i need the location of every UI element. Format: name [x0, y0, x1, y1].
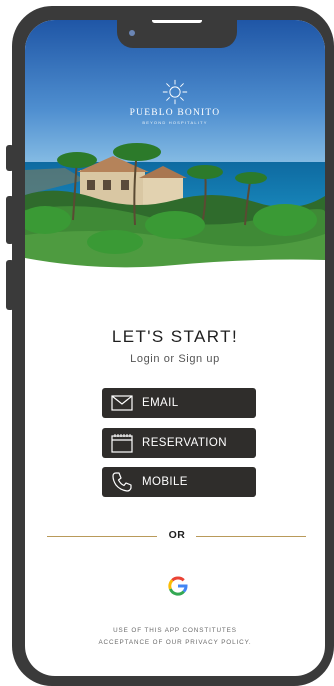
legal-notice: USE OF THIS APP CONSTITUTES ACCEPTANCE O… — [25, 625, 325, 649]
or-separator: OR — [168, 529, 186, 541]
brand-name: PUEBLO BONITO — [129, 108, 221, 118]
calendar-icon — [102, 428, 142, 458]
reservation-login-label: RESERVATION — [142, 437, 227, 449]
divider-line-right — [196, 536, 306, 537]
page-subtitle: Login or Sign up — [130, 353, 220, 365]
phone-icon — [102, 467, 142, 497]
envelope-icon — [102, 388, 142, 418]
phone-notch — [117, 20, 237, 48]
brand-logo: PUEBLO BONITO BEYOND HOSPITALITY — [25, 78, 325, 125]
email-login-button[interactable]: EMAIL — [102, 388, 256, 418]
reservation-login-button[interactable]: RESERVATION — [102, 428, 256, 458]
google-icon — [168, 576, 188, 596]
front-camera — [129, 30, 135, 36]
mobile-login-label: MOBILE — [142, 476, 188, 488]
app-screen: PUEBLO BONITO BEYOND HOSPITALITY LET'S S… — [25, 20, 325, 676]
brand-tagline: BEYOND HOSPITALITY — [142, 120, 208, 125]
resort-landscape-illustration — [25, 20, 325, 290]
sun-logo-icon — [162, 79, 188, 105]
legal-line-1: USE OF THIS APP CONSTITUTES — [113, 627, 237, 634]
google-login-button[interactable] — [165, 573, 191, 599]
privacy-policy-link[interactable]: ACCEPTANCE OF OUR PRIVACY POLICY. — [25, 637, 325, 649]
mobile-login-button[interactable]: MOBILE — [102, 467, 256, 497]
speaker-grille — [152, 20, 202, 23]
hero-image — [25, 20, 325, 290]
divider-line-left — [47, 536, 157, 537]
page-title: LET'S START! — [111, 327, 239, 346]
email-login-label: EMAIL — [142, 397, 179, 409]
